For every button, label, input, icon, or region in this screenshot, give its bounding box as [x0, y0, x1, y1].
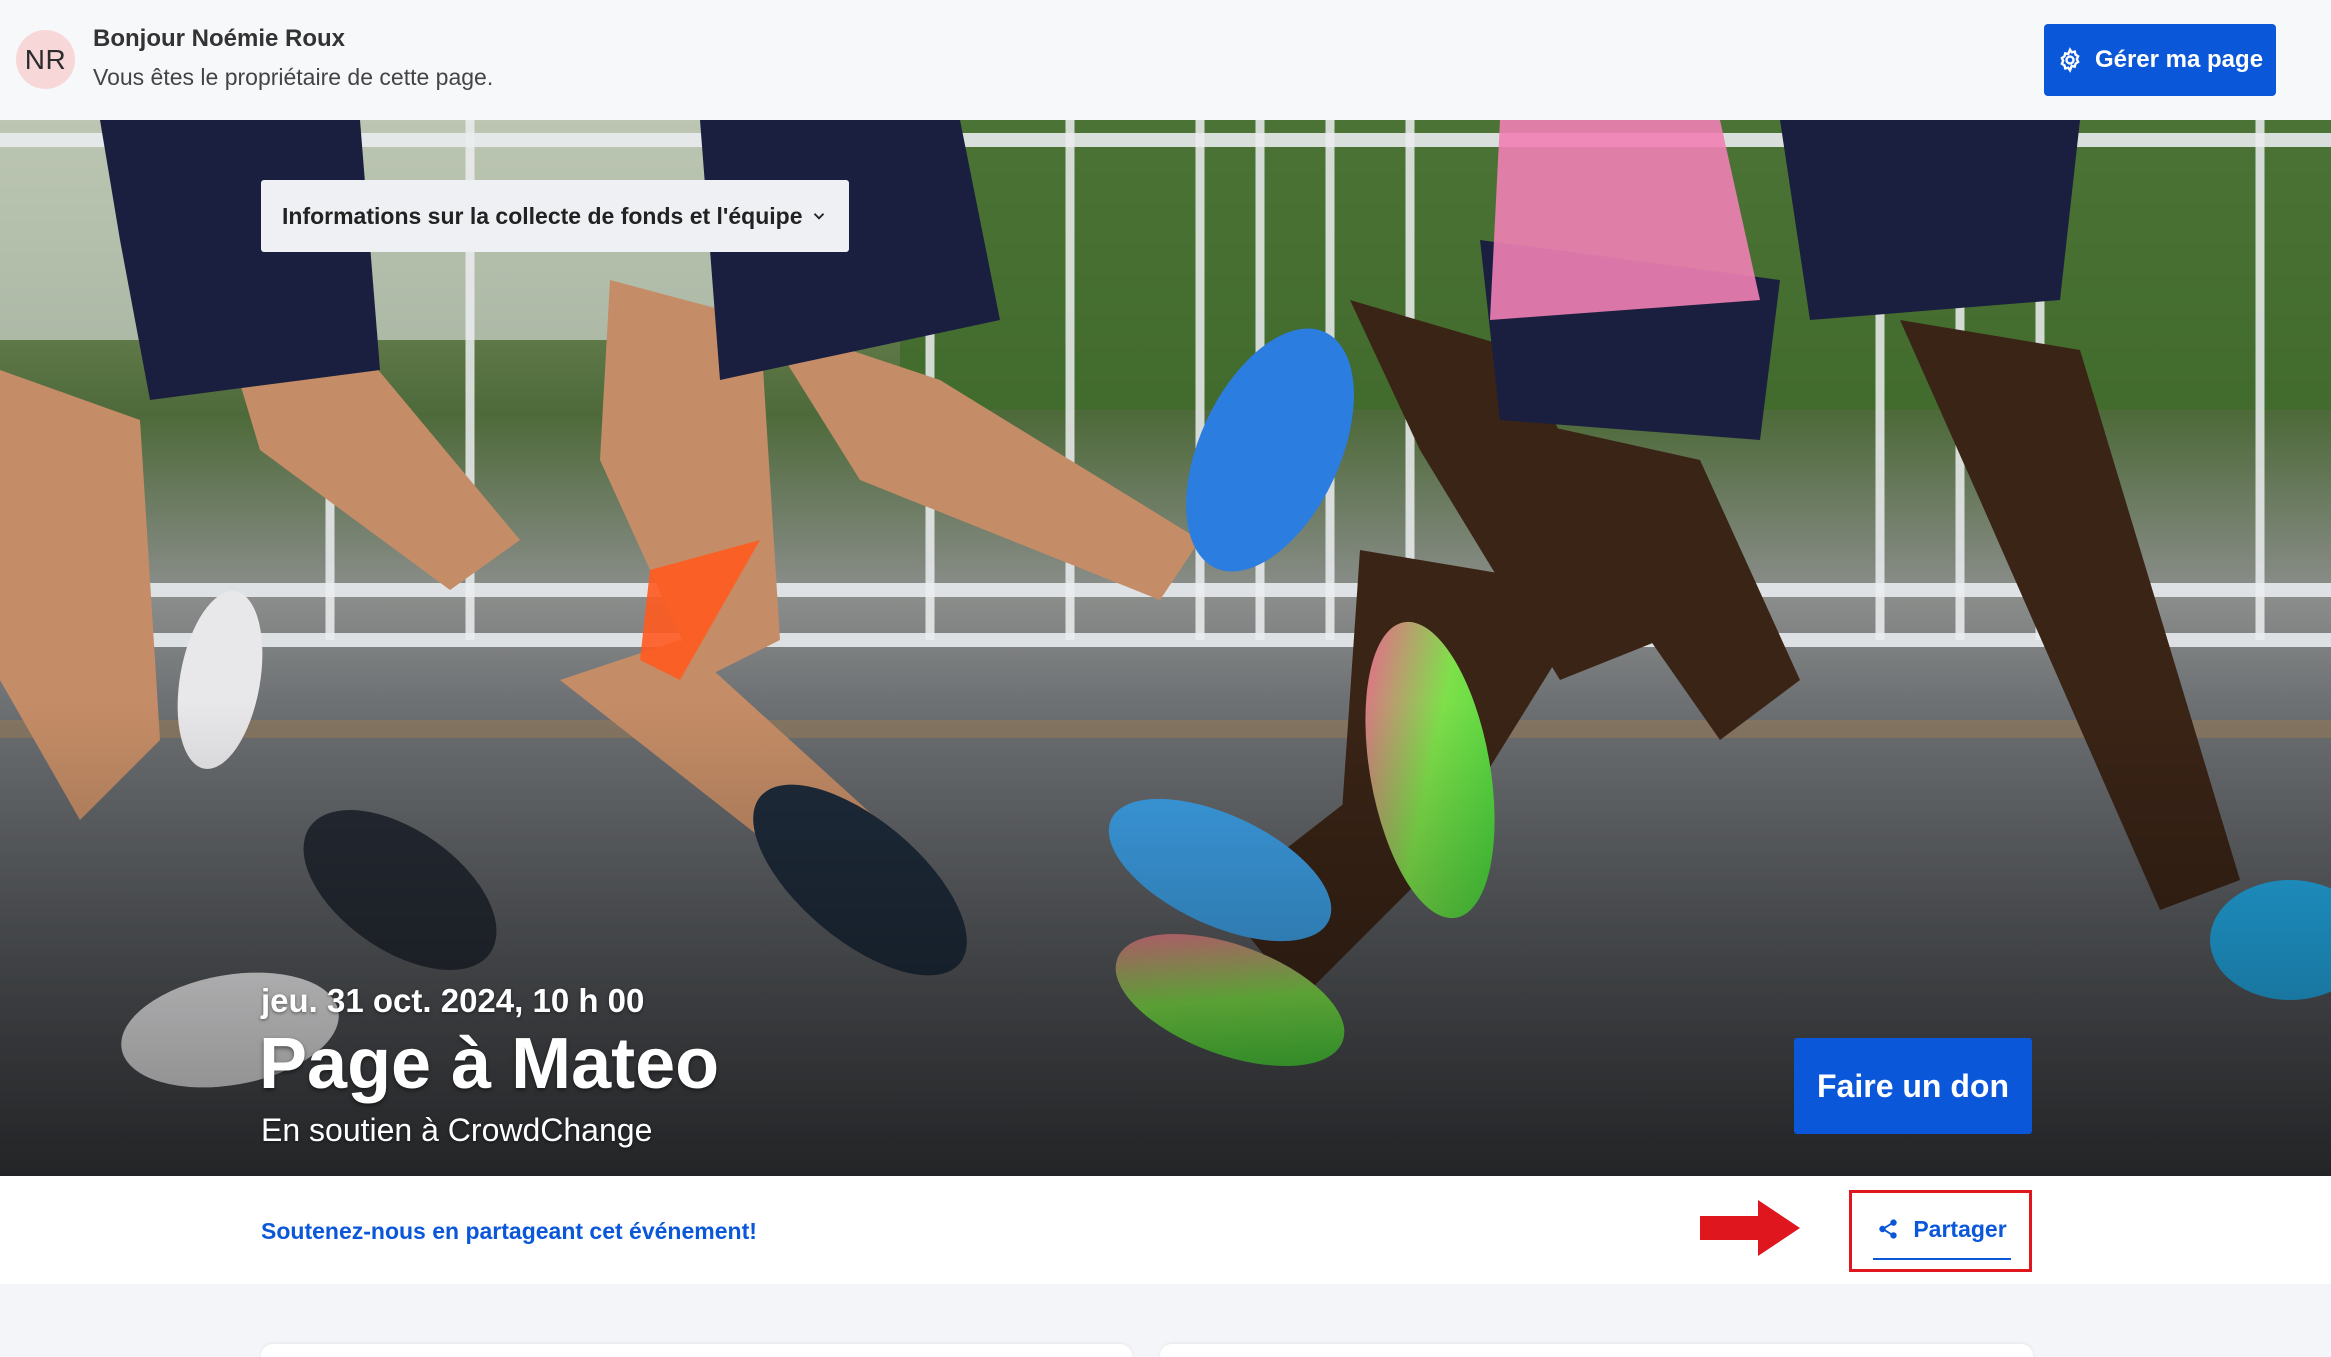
manage-page-button[interactable]: Gérer ma page — [2044, 24, 2276, 96]
hero-banner: Informations sur la collecte de fonds et… — [0, 120, 2331, 1176]
event-date: jeu. 31 oct. 2024, 10 h 00 — [261, 982, 645, 1019]
content-card-right — [1160, 1344, 2033, 1357]
content-card-left — [261, 1344, 1132, 1357]
share-prompt-link[interactable]: Soutenez-nous en partageant cet événemen… — [261, 1218, 757, 1245]
fundraising-info-dropdown[interactable]: Informations sur la collecte de fonds et… — [261, 180, 849, 252]
share-icon — [1879, 1219, 1898, 1239]
avatar: NR — [16, 30, 75, 89]
red-arrow-annotation — [1700, 1200, 1800, 1256]
share-button[interactable]: Partager — [1873, 1200, 2011, 1260]
share-bar: Soutenez-nous en partageant cet événemen… — [0, 1176, 2331, 1284]
gear-icon — [2060, 47, 2080, 73]
greeting: Bonjour Noémie Roux — [93, 25, 346, 52]
page-title: Page à Mateo — [259, 1024, 720, 1104]
avatar-initials: NR — [24, 43, 67, 75]
owner-bar: NR Bonjour Noémie Roux Vous êtes le prop… — [0, 0, 2331, 120]
support-line: En soutien à CrowdChange — [261, 1112, 653, 1148]
content-area — [0, 1284, 2331, 1357]
owner-note: Vous êtes le propriétaire de cette page. — [93, 64, 494, 90]
manage-page-label: Gérer ma page — [2094, 46, 2264, 73]
donate-button[interactable]: Faire un don — [1794, 1038, 2032, 1134]
chevron-down-icon — [813, 213, 825, 220]
fundraising-info-label: Informations sur la collecte de fonds et… — [282, 202, 803, 229]
share-button-label: Partager — [1913, 1215, 2007, 1242]
